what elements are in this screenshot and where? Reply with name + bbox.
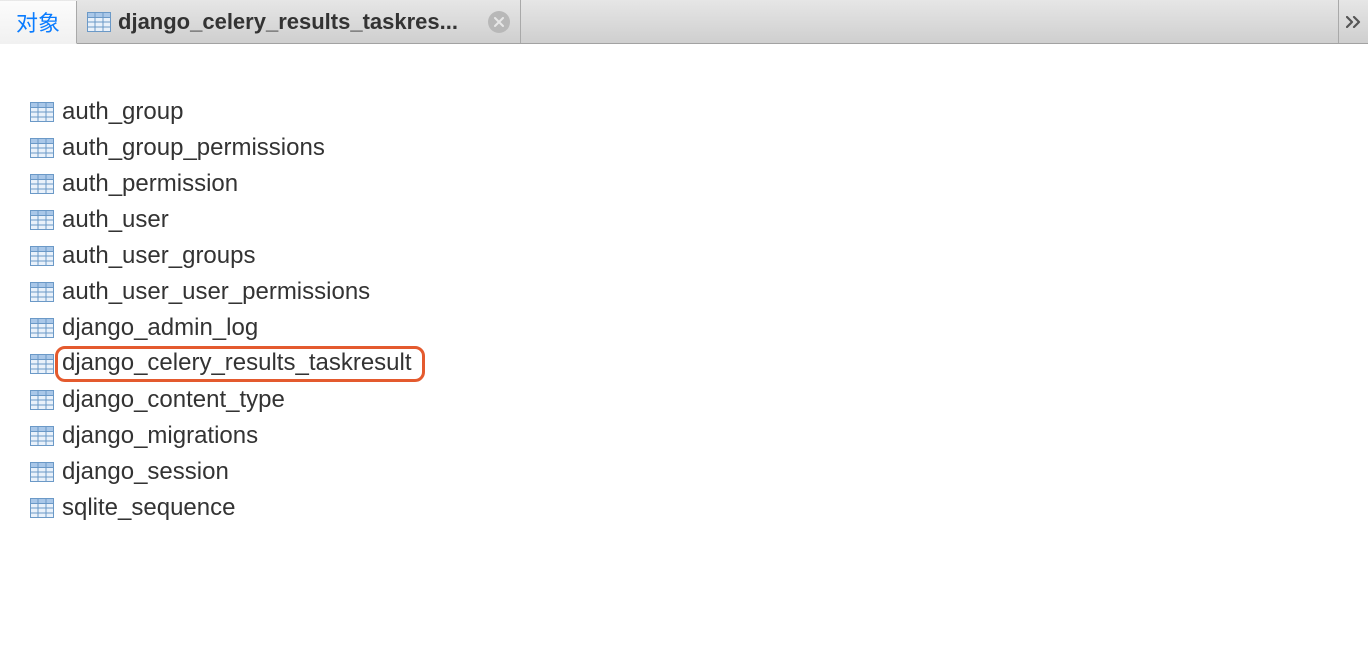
- list-item[interactable]: auth_permission: [30, 166, 1368, 202]
- list-item[interactable]: auth_user: [30, 202, 1368, 238]
- table-name-label: django_migrations: [62, 424, 258, 448]
- table-name-label: django_session: [62, 460, 229, 484]
- tab-spacer: [521, 0, 1338, 43]
- table-icon: [30, 282, 54, 302]
- list-item[interactable]: django_admin_log: [30, 310, 1368, 346]
- list-item[interactable]: auth_group: [30, 94, 1368, 130]
- table-name-label: auth_permission: [62, 172, 238, 196]
- table-name-label: auth_user_user_permissions: [62, 280, 370, 304]
- table-icon: [30, 138, 54, 158]
- close-icon[interactable]: [488, 11, 510, 33]
- table-icon: [30, 462, 54, 482]
- table-icon: [30, 246, 54, 266]
- table-icon: [30, 498, 54, 518]
- list-item[interactable]: django_migrations: [30, 418, 1368, 454]
- table-icon: [30, 354, 54, 374]
- table-name-label: auth_group_permissions: [62, 136, 325, 160]
- list-item[interactable]: sqlite_sequence: [30, 490, 1368, 526]
- table-name-label: auth_user_groups: [62, 244, 255, 268]
- list-item[interactable]: auth_user_groups: [30, 238, 1368, 274]
- list-item[interactable]: django_session: [30, 454, 1368, 490]
- tab-file[interactable]: django_celery_results_taskres...: [77, 0, 521, 43]
- tab-overflow-button[interactable]: [1338, 0, 1368, 43]
- tab-bar: 对象 django_celery_results_taskres...: [0, 0, 1368, 44]
- tab-objects-label: 对象: [16, 6, 60, 38]
- list-item[interactable]: auth_user_user_permissions: [30, 274, 1368, 310]
- table-icon: [30, 174, 54, 194]
- table-name-label: sqlite_sequence: [62, 496, 235, 520]
- highlighted-item: django_celery_results_taskresult: [55, 346, 425, 382]
- list-item[interactable]: auth_group_permissions: [30, 130, 1368, 166]
- table-list: auth_group auth_group_permissions auth_per…: [30, 94, 1368, 526]
- table-icon: [30, 102, 54, 122]
- table-name-label: django_celery_results_taskresult: [62, 351, 412, 375]
- content-area: auth_group auth_group_permissions auth_per…: [0, 44, 1368, 526]
- list-item[interactable]: django_content_type: [30, 382, 1368, 418]
- table-icon: [30, 318, 54, 338]
- table-icon: [30, 210, 54, 230]
- table-name-label: django_admin_log: [62, 316, 258, 340]
- table-name-label: auth_group: [62, 100, 183, 124]
- table-icon: [30, 390, 54, 410]
- tab-objects[interactable]: 对象: [0, 1, 77, 44]
- tab-file-label: django_celery_results_taskres...: [118, 9, 458, 35]
- table-name-label: auth_user: [62, 208, 169, 232]
- table-icon: [87, 12, 111, 32]
- table-name-label: django_content_type: [62, 388, 285, 412]
- table-icon: [30, 426, 54, 446]
- list-item[interactable]: django_celery_results_taskresult: [30, 346, 1368, 382]
